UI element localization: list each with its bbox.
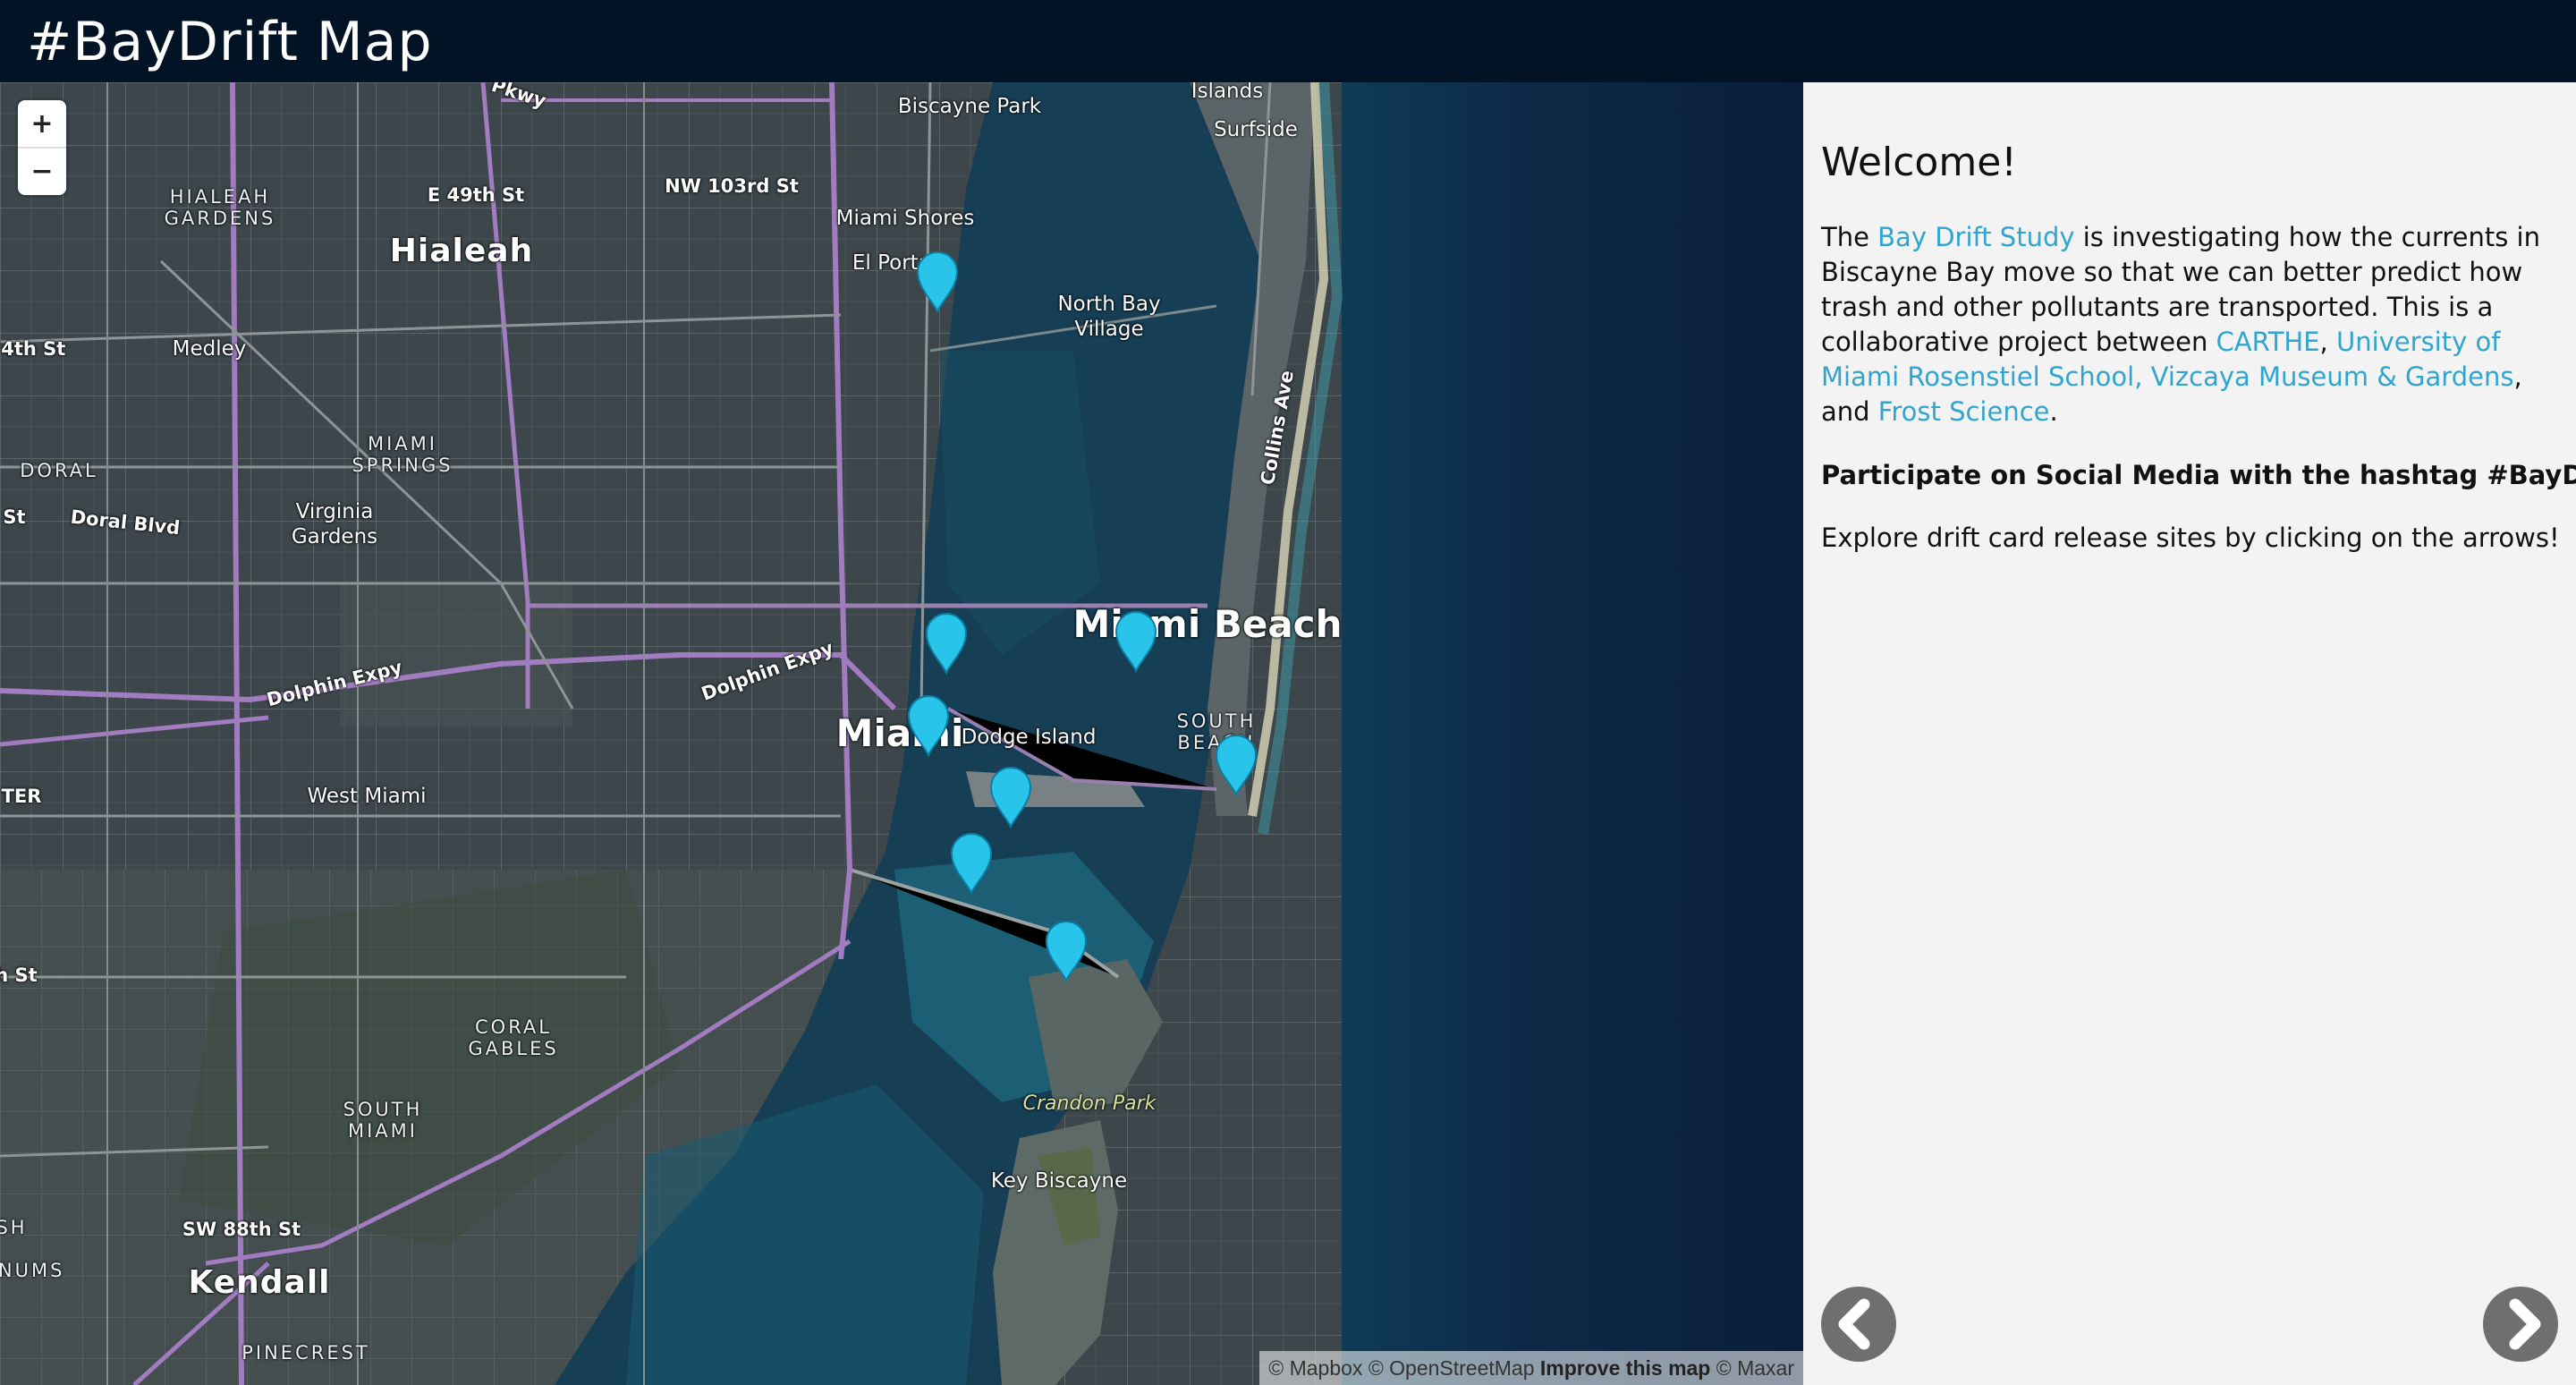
map-attribution: © Mapbox © OpenStreetMap Improve this ma… [1259, 1351, 1803, 1385]
road-label-nw103: NW 103rd St [665, 175, 799, 197]
place-label-partial-left: NISH CE MINUMS [0, 1217, 65, 1281]
place-label-west-miami: West Miami [307, 785, 427, 808]
zoom-control: + − [18, 100, 66, 195]
place-label-pinecrest: PINECREST [242, 1342, 370, 1364]
intro-text-6: . [2049, 396, 2058, 427]
intro-paragraph: The Bay Drift Study is investigating how… [1821, 220, 2563, 429]
release-site-virginia-key-marker[interactable] [1043, 920, 1089, 982]
road-label-e49: E 49th St [427, 184, 525, 206]
vizcaya-link[interactable]: Vizcaya Museum & Gardens [2151, 361, 2514, 392]
place-label-hialeah-gardens: HIALEAH GARDENS [164, 186, 276, 229]
carthe-link[interactable]: CARTHE [2216, 327, 2320, 357]
map-pin-icon [925, 613, 968, 675]
release-site-el-portal-marker[interactable] [914, 251, 961, 313]
place-label-surfside: Surfside [1214, 118, 1298, 141]
chevron-right-icon [2509, 1298, 2541, 1350]
previous-site-button[interactable] [1821, 1287, 1896, 1362]
place-label-south-miami: SOUTH MIAMI [343, 1099, 423, 1142]
participate-text: Participate on Social Media with the has… [1821, 460, 2576, 490]
map-view[interactable]: Biscayne Park Islands Surfside Pkwy HIAL… [0, 82, 1803, 1385]
place-label-biscayne-park: Biscayne Park [897, 95, 1042, 118]
release-site-venetian-marker[interactable] [923, 612, 970, 675]
map-pin-icon [907, 695, 950, 757]
park-label-crandon-park: Crandon Park [1022, 1092, 1157, 1115]
place-label-medley: Medley [172, 337, 247, 361]
place-label-virginia-gardens: Virginia Gardens [291, 500, 378, 548]
chevron-left-icon [1838, 1298, 1870, 1350]
place-label-miami-shores: Miami Shores [835, 207, 975, 230]
intro-text-1: The [1821, 222, 1878, 252]
zoom-out-button[interactable]: − [18, 147, 66, 193]
release-site-brickell-marker[interactable] [948, 832, 995, 895]
map-pin-icon [916, 251, 959, 313]
intro-text-3: , [2319, 327, 2336, 357]
place-label-islands: Islands [1191, 82, 1264, 103]
frost-science-link[interactable]: Frost Science [1878, 396, 2050, 427]
explore-text: Explore drift card release sites by clic… [1821, 523, 2560, 553]
intro-text-4 [2142, 361, 2150, 392]
place-label-doral: DORAL [20, 460, 98, 481]
welcome-heading: Welcome! [1821, 140, 2017, 185]
map-pin-icon [1114, 611, 1157, 673]
place-label-north-bay-village: North Bay Village [1057, 293, 1161, 341]
release-site-south-beach-marker[interactable] [1213, 734, 1259, 796]
map-pin-icon [950, 833, 993, 895]
place-label-coral-gables: CORAL GABLES [468, 1016, 559, 1059]
place-label-kendall: Kendall [188, 1264, 331, 1301]
attribution-maxar-link[interactable]: © Maxar [1716, 1356, 1794, 1380]
map-pin-icon [989, 767, 1032, 828]
next-site-button[interactable] [2483, 1287, 2558, 1362]
road-label-ter: TER [1, 786, 42, 807]
zoom-in-button[interactable]: + [18, 100, 66, 147]
bay-drift-study-link[interactable]: Bay Drift Study [1877, 222, 2074, 252]
place-label-dodge-island: Dodge Island [961, 726, 1097, 749]
place-label-hialeah: Hialeah [389, 233, 534, 269]
release-site-dodge-island-marker[interactable] [987, 766, 1034, 828]
place-label-miami-springs: MIAMI SPRINGS [352, 433, 453, 476]
header-bar: #BayDrift Map [0, 0, 2576, 82]
attribution-osm-link[interactable]: © OpenStreetMap [1368, 1356, 1535, 1380]
map-pin-icon [1215, 735, 1258, 796]
road-label-74th: 74th St [0, 338, 66, 360]
map-pin-icon [1045, 921, 1088, 982]
release-site-downtown-marker[interactable] [905, 694, 952, 757]
road-label-h-st: h St [0, 964, 38, 986]
app-title: #BayDrift Map [27, 11, 433, 73]
place-label-key-biscayne: Key Biscayne [990, 1169, 1128, 1193]
improve-map-link[interactable]: Improve this map [1540, 1356, 1710, 1380]
attribution-mapbox-link[interactable]: © Mapbox [1268, 1356, 1362, 1380]
road-label-st: St [3, 506, 26, 528]
info-sidebar: Welcome! The Bay Drift Study is investig… [1803, 82, 2576, 1385]
release-site-miami-beach-marker[interactable] [1113, 610, 1159, 673]
road-label-sw88: SW 88th St [182, 1219, 301, 1240]
